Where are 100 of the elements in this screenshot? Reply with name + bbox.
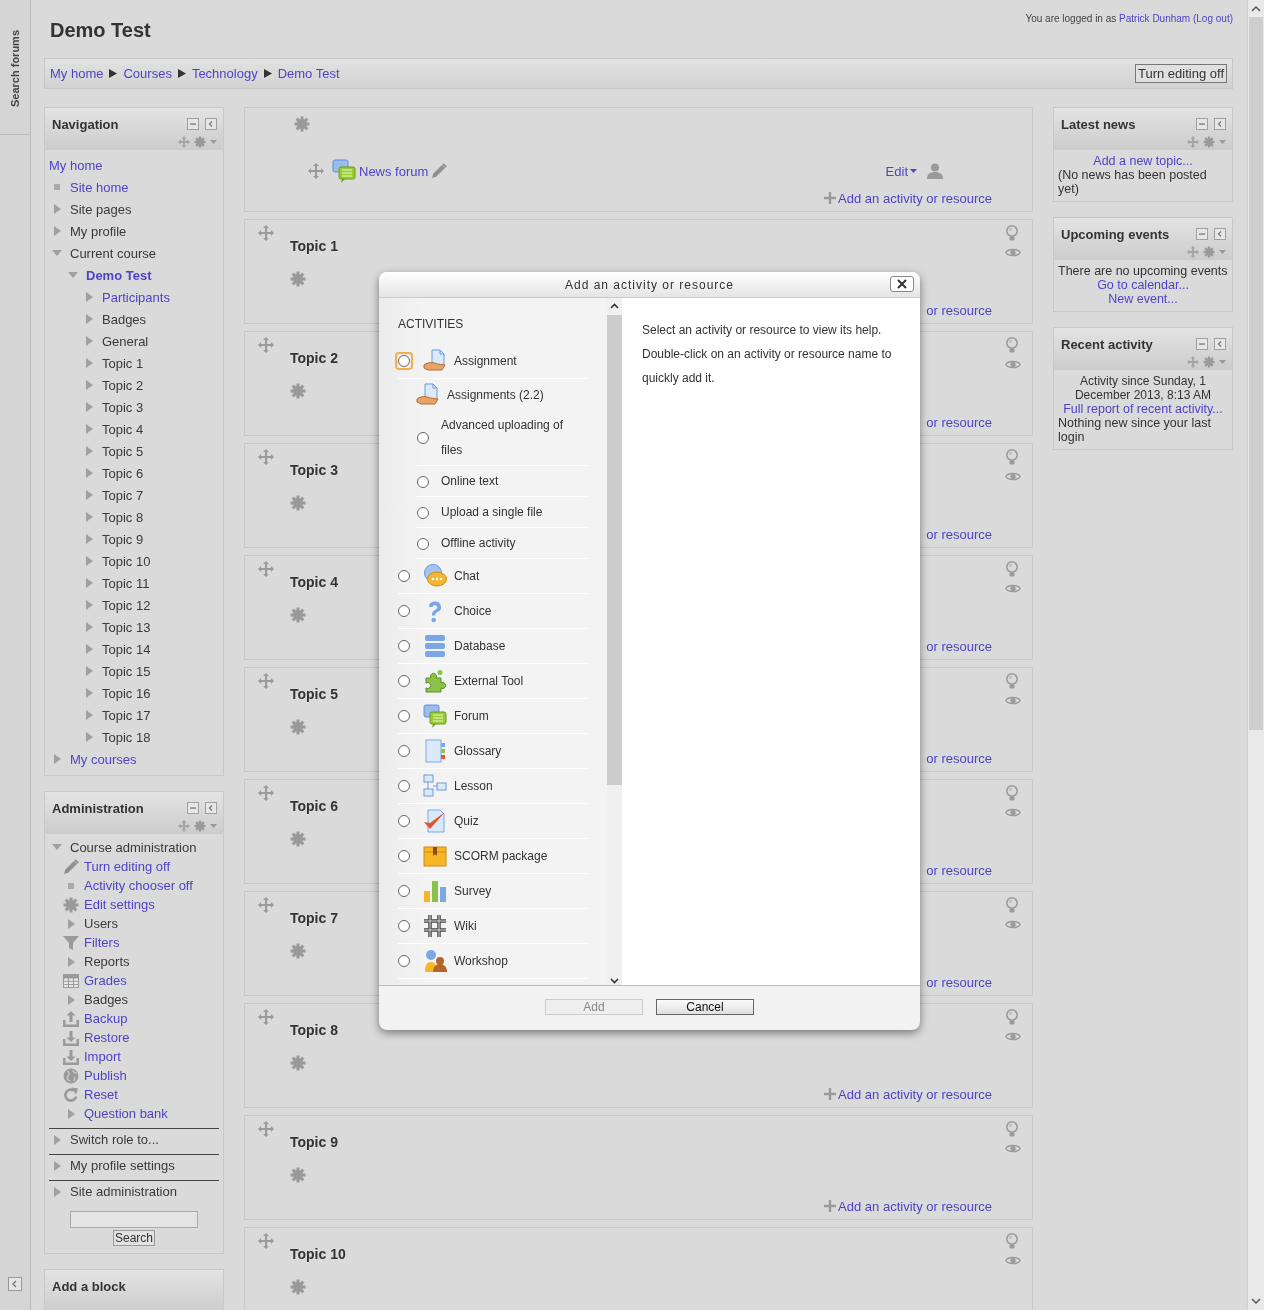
lightbulb-icon[interactable] [1005, 561, 1019, 577]
gear-icon[interactable] [290, 607, 306, 623]
tree-item[interactable]: Topic 18 [102, 729, 151, 745]
caret-right-icon[interactable] [67, 1108, 75, 1119]
tree-item[interactable]: Topic 8 [102, 509, 144, 525]
tree-link[interactable]: Edit settings [84, 897, 155, 912]
caret-right-icon[interactable] [67, 956, 75, 967]
lightbulb-icon[interactable] [1005, 785, 1019, 801]
caret-right-icon[interactable] [85, 446, 93, 456]
tree-item[interactable]: Switch role to... [70, 1132, 159, 1147]
move-icon[interactable] [1187, 136, 1199, 148]
lightbulb-icon[interactable] [1005, 225, 1019, 241]
radio-button[interactable] [398, 815, 410, 827]
activity-option[interactable]: Wiki [454, 919, 477, 933]
caret-right-icon[interactable] [85, 314, 93, 324]
caret-right-icon[interactable] [85, 556, 93, 566]
tree-link[interactable]: Turn editing off [84, 859, 170, 874]
tree-item[interactable]: Topic 7 [102, 487, 144, 503]
tree-item[interactable]: Topic 14 [102, 641, 151, 657]
move-icon[interactable] [258, 673, 274, 689]
activity-option[interactable]: Advanced uploading of files [441, 413, 587, 463]
gear-icon[interactable] [294, 116, 310, 132]
activity-option[interactable]: Offline activity [441, 531, 516, 556]
breadcrumb-link[interactable]: Technology [191, 66, 258, 81]
dock-icon[interactable] [1214, 338, 1226, 350]
activity-option[interactable]: Survey [454, 884, 492, 898]
activity-option[interactable]: SCORM package [454, 849, 548, 863]
radio-button[interactable] [398, 885, 410, 897]
person-icon[interactable] [927, 163, 943, 179]
tree-link[interactable]: Backup [84, 1011, 128, 1026]
radio-button[interactable] [398, 920, 410, 932]
tree-item[interactable]: Topic 11 [102, 575, 150, 591]
tree-item[interactable]: My profile settings [70, 1158, 175, 1173]
eye-icon[interactable] [1005, 247, 1021, 258]
activity-option[interactable]: Choice [454, 604, 492, 618]
dock-icon[interactable] [205, 802, 217, 814]
add-activity-link[interactable]: or resource [926, 303, 992, 318]
tree-item[interactable]: Topic 2 [102, 377, 144, 393]
turn-editing-off-button[interactable]: Turn editing off [1135, 64, 1227, 83]
caret-right-icon[interactable] [85, 688, 93, 698]
add-activity-link[interactable]: or resource [926, 975, 992, 990]
caret-right-icon[interactable] [53, 226, 61, 236]
add-activity-link[interactable]: or resource [926, 863, 992, 878]
tree-item[interactable]: Topic 9 [102, 531, 144, 547]
caret-right-icon[interactable] [85, 380, 93, 390]
caret-down-icon[interactable] [68, 271, 78, 279]
tree-link[interactable]: Question bank [84, 1106, 168, 1121]
tree-item[interactable]: Users [84, 916, 118, 931]
dialog-button[interactable]: Cancel [656, 999, 754, 1015]
block-link[interactable]: Go to calendar... [1097, 278, 1189, 292]
caret-right-icon[interactable] [53, 1160, 61, 1171]
activity-option[interactable]: Chat [454, 569, 480, 583]
gear-icon[interactable] [290, 943, 306, 959]
add-activity-link[interactable]: or resource [926, 415, 992, 430]
caret-right-icon[interactable] [85, 402, 93, 412]
tree-item[interactable]: Topic 3 [102, 399, 144, 415]
gear-icon[interactable] [290, 383, 306, 399]
radio-button[interactable] [398, 640, 410, 652]
tree-item[interactable]: Topic 5 [102, 443, 144, 459]
move-icon[interactable] [178, 136, 190, 148]
activity-option[interactable]: Lesson [454, 779, 493, 793]
tree-link[interactable]: Reset [84, 1087, 118, 1102]
search-button[interactable]: Search [113, 1230, 155, 1246]
caret-right-icon[interactable] [85, 512, 93, 522]
caret-right-icon[interactable] [67, 918, 75, 929]
eye-icon[interactable] [1005, 1031, 1021, 1042]
user-link[interactable]: Patrick Dunham [1119, 13, 1191, 24]
radio-button[interactable] [398, 745, 410, 757]
logout-link[interactable]: (Log out) [1192, 13, 1233, 24]
tree-item[interactable]: Topic 17 [102, 707, 151, 723]
move-icon[interactable] [258, 897, 274, 913]
lightbulb-icon[interactable] [1005, 1009, 1019, 1025]
eye-icon[interactable] [1005, 583, 1021, 594]
lightbulb-icon[interactable] [1005, 337, 1019, 353]
tree-item[interactable]: Site administration [70, 1184, 177, 1199]
tree-link[interactable]: My home [49, 157, 103, 173]
lightbulb-icon[interactable] [1005, 897, 1019, 913]
tree-link[interactable]: Demo Test [86, 267, 152, 283]
gear-icon[interactable] [290, 1167, 306, 1183]
block-link[interactable]: New event... [1108, 292, 1178, 306]
gear-icon[interactable] [290, 271, 306, 287]
caret-right-icon[interactable] [85, 622, 93, 632]
activity-option[interactable]: Online text [441, 469, 499, 494]
caret-right-icon[interactable] [53, 754, 61, 764]
move-icon[interactable] [1187, 356, 1199, 368]
move-icon[interactable] [178, 820, 190, 832]
eye-icon[interactable] [1005, 695, 1021, 706]
move-icon[interactable] [258, 785, 274, 801]
caret-right-icon[interactable] [85, 710, 93, 720]
minimize-icon[interactable] [187, 118, 199, 130]
move-icon[interactable] [258, 449, 274, 465]
activity-option[interactable]: Quiz [454, 814, 479, 828]
lightbulb-icon[interactable] [1005, 1233, 1019, 1249]
caret-right-icon[interactable] [53, 1186, 61, 1197]
minimize-icon[interactable] [1196, 228, 1208, 240]
breadcrumb-link[interactable]: Demo Test [277, 66, 340, 81]
move-icon[interactable] [258, 1009, 274, 1025]
minimize-icon[interactable] [1196, 338, 1208, 350]
minimize-icon[interactable] [187, 802, 199, 814]
tree-link[interactable]: Activity chooser off [84, 878, 193, 893]
